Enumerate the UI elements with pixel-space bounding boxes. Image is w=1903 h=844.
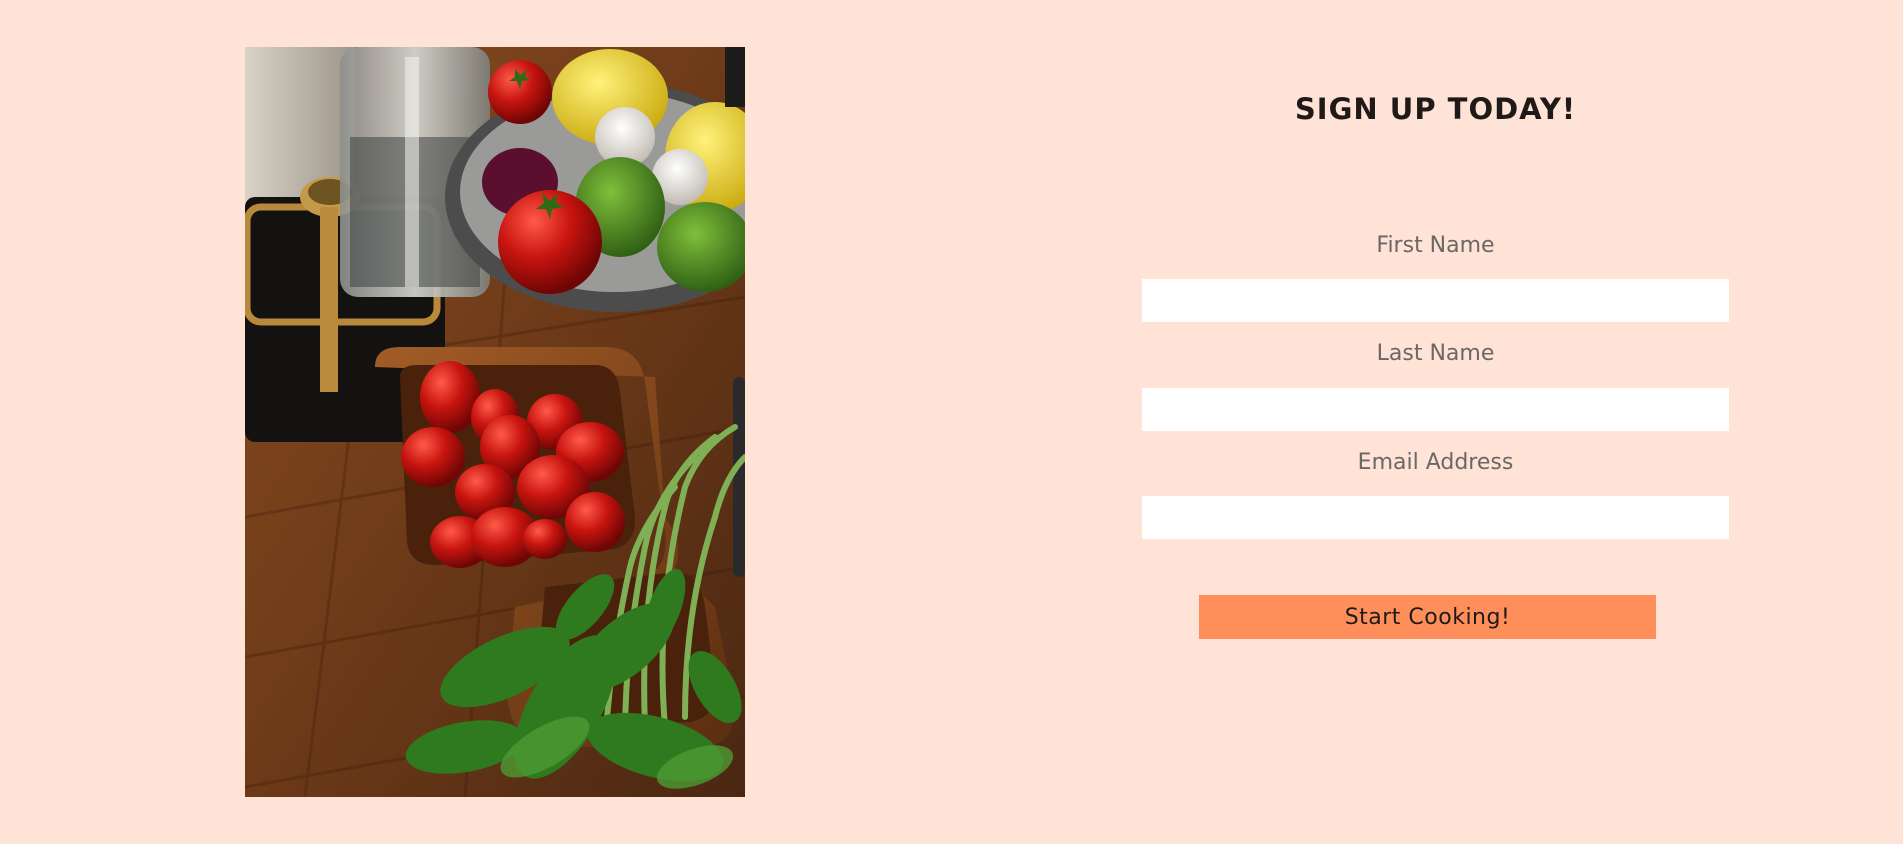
signup-title: SIGN UP TODAY! — [1294, 92, 1577, 126]
email-address-label: Email Address — [1357, 450, 1514, 475]
first-name-label: First Name — [1376, 233, 1495, 258]
signup-form: SIGN UP TODAY! First Name Last Name Emai… — [1142, 0, 1729, 844]
first-name-input[interactable] — [1142, 279, 1729, 322]
last-name-input[interactable] — [1142, 388, 1729, 431]
signup-page: SIGN UP TODAY! First Name Last Name Emai… — [0, 0, 1903, 844]
last-name-label: Last Name — [1376, 341, 1495, 366]
food-photo — [245, 47, 745, 797]
start-cooking-button[interactable]: Start Cooking! — [1199, 595, 1656, 639]
email-address-input[interactable] — [1142, 496, 1729, 539]
